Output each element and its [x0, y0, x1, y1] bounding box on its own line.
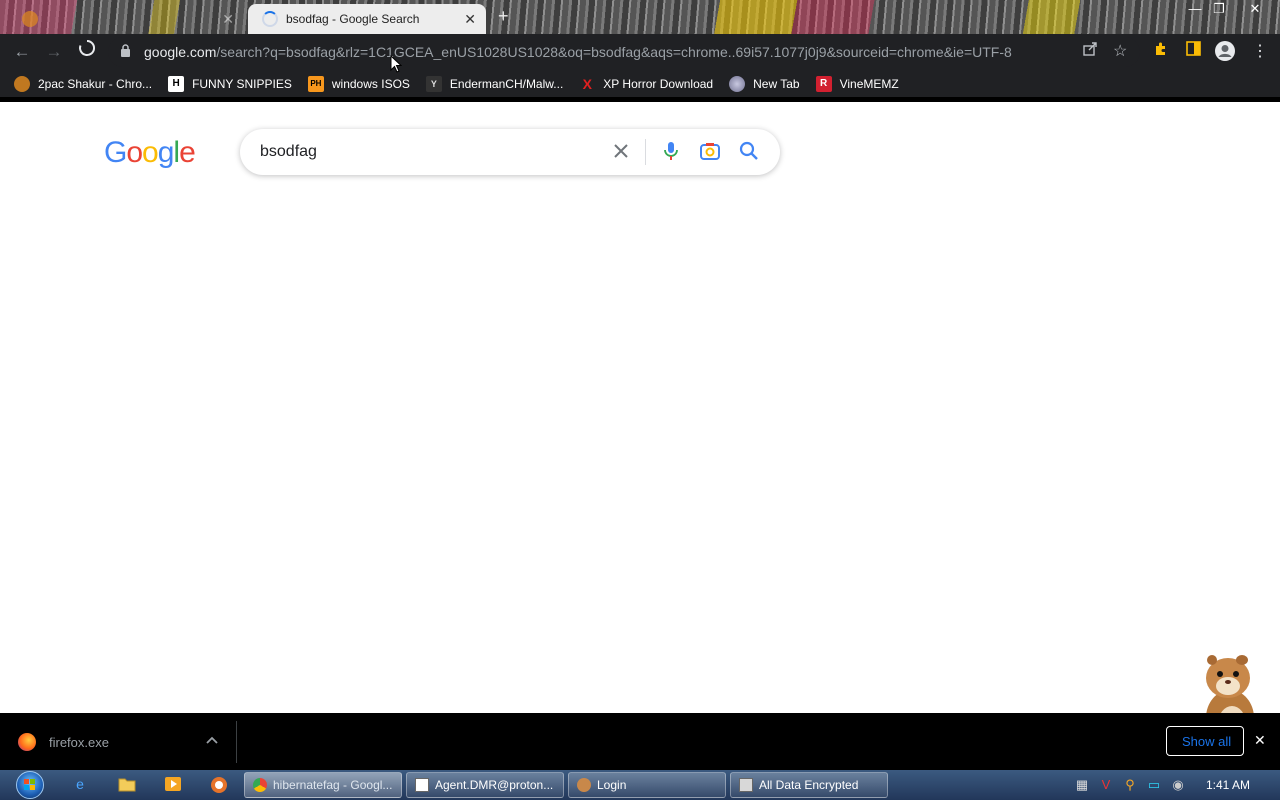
voice-search-icon[interactable] [660, 140, 682, 162]
bookmarks-bar: 2pac Shakur - Chro... H FUNNY SNIPPIES P… [0, 70, 1280, 98]
clear-search-icon[interactable] [610, 140, 632, 162]
taskbar-clock[interactable]: 1:41 AM [1206, 778, 1250, 792]
tab-title: bsodfag - Google Search [286, 12, 420, 26]
bookmark-label: XP Horror Download [603, 76, 714, 91]
download-item[interactable]: firefox.exe [18, 733, 109, 751]
window-icon [739, 778, 753, 792]
bookmark-star-icon[interactable]: ☆ [1113, 41, 1127, 61]
back-arrow-icon[interactable]: ← [11, 42, 33, 62]
globe-icon [729, 75, 746, 92]
search-divider [645, 139, 646, 165]
search-box[interactable]: bsodfag [240, 129, 780, 175]
ph-logo-icon: PH [307, 75, 324, 92]
screen: ✕ bsodfag - Google Search ✕ + — ❐ ✕ ← → … [0, 0, 1280, 800]
login-app-icon [577, 778, 591, 792]
url-text: google.com/search?q=bsodfag&rlz=1C1GCEA_… [144, 44, 1012, 60]
chrome-icon [253, 778, 267, 792]
google-logo[interactable]: Google [104, 136, 196, 170]
shelf-divider [236, 721, 237, 763]
bookmark-label: 2pac Shakur - Chro... [38, 76, 153, 91]
bookmark-label: EndermanCH/Malw... [449, 76, 564, 91]
tupac-icon [14, 75, 30, 92]
y-logo-icon: Y [425, 75, 442, 92]
download-filename: firefox.exe [49, 734, 109, 750]
tray-network-icon[interactable]: ▦ [1074, 777, 1090, 793]
camera-search-icon[interactable] [699, 140, 721, 162]
menu-kebab-icon[interactable]: ⋮ [1252, 41, 1268, 61]
logo-letter: o [142, 136, 159, 169]
tab-favicon-icon [22, 11, 38, 27]
chevron-up-icon[interactable] [206, 733, 218, 747]
profile-avatar-icon[interactable] [1214, 40, 1236, 66]
address-bar[interactable]: google.com/search?q=bsodfag&rlz=1C1GCEA_… [108, 37, 1140, 67]
taskbar-item-label: hibernatefag - Googl... [273, 778, 393, 792]
extensions-icon[interactable] [1153, 41, 1169, 61]
search-input[interactable]: bsodfag [260, 143, 317, 161]
bookmark-label: FUNNY SNIPPIES [192, 76, 292, 91]
bookmark-vinememz[interactable]: R VineMEMZ [815, 75, 899, 92]
windows-orb-icon [16, 771, 44, 799]
logo-letter: e [179, 136, 196, 169]
search-results-page: Google bsodfag [0, 102, 1280, 746]
taskbar-item-label: All Data Encrypted [759, 778, 859, 792]
logo-letter: g [157, 136, 175, 169]
taskbar-item-label: Agent.DMR@proton... [435, 778, 554, 792]
taskbar-item-encrypted[interactable]: All Data Encrypted [730, 772, 888, 798]
app-icon[interactable] [209, 776, 229, 794]
h-letter-icon: H [168, 75, 185, 92]
tab-active[interactable]: bsodfag - Google Search ✕ [248, 4, 486, 34]
maximize-icon[interactable]: ❐ [1208, 1, 1230, 17]
tray-monitor-icon[interactable]: ▭ [1146, 777, 1162, 793]
bookmark-new-tab[interactable]: New Tab [729, 75, 800, 92]
window-icon [415, 778, 429, 792]
taskbar-item-label: Login [597, 778, 627, 792]
new-tab-icon[interactable]: + [498, 6, 509, 27]
tray-v-icon[interactable]: V [1098, 777, 1114, 792]
folder-icon[interactable] [117, 776, 137, 794]
start-button[interactable] [6, 770, 50, 800]
x-logo-icon: X [582, 75, 592, 92]
url-host: google.com [144, 44, 217, 60]
search-icon[interactable] [738, 140, 760, 162]
show-all-button[interactable]: Show all [1166, 726, 1244, 756]
r-logo-icon: R [815, 75, 832, 92]
tab-close-icon[interactable]: ✕ [222, 11, 234, 28]
tab-inactive[interactable]: ✕ [8, 4, 246, 34]
bookmark-funny-snippies[interactable]: H FUNNY SNIPPIES [168, 75, 292, 92]
firefox-icon [18, 733, 36, 751]
share-icon[interactable] [1082, 41, 1098, 60]
logo-letter: G [104, 136, 127, 169]
stop-loading-icon[interactable] [76, 39, 98, 62]
media-player-icon[interactable] [163, 776, 183, 794]
loading-spinner-icon [262, 11, 278, 27]
tab-strip: ✕ bsodfag - Google Search ✕ + — ❐ ✕ [0, 0, 1280, 34]
taskbar: e hibernatefag - Googl... Agent.DMR@prot… [0, 770, 1280, 800]
bookmark-2pac[interactable]: 2pac Shakur - Chro... [14, 75, 153, 92]
tray-speaker-icon[interactable]: ◉ [1170, 777, 1186, 793]
close-shelf-icon[interactable]: ✕ [1254, 732, 1266, 749]
close-window-icon[interactable]: ✕ [1244, 1, 1266, 17]
taskbar-item-login[interactable]: Login [568, 772, 726, 798]
side-panel-icon[interactable] [1186, 41, 1201, 60]
taskbar-item-agent[interactable]: Agent.DMR@proton... [406, 772, 564, 798]
bookmark-label: New Tab [753, 76, 800, 91]
browser-toolbar: ← → google.com/search?q=bsodfag&rlz=1C1G… [0, 34, 1280, 70]
logo-letter: o [126, 136, 143, 169]
minimize-icon[interactable]: — [1184, 1, 1206, 16]
download-shelf: firefox.exe Show all ✕ [0, 713, 1280, 770]
bookmark-label: VineMEMZ [839, 76, 899, 91]
bookmark-label: windows ISOS [331, 76, 410, 91]
url-path: /search?q=bsodfag&rlz=1C1GCEA_enUS1028US… [216, 44, 1012, 60]
bookmark-endermanch[interactable]: Y EndermanCH/Malw... [425, 75, 564, 92]
lock-icon [120, 44, 136, 60]
taskbar-item-chrome[interactable]: hibernatefag - Googl... [244, 772, 402, 798]
tray-search-icon[interactable]: ⚲ [1122, 777, 1138, 793]
internet-explorer-icon[interactable]: e [70, 776, 90, 794]
tab-close-icon[interactable]: ✕ [464, 11, 476, 28]
bookmark-xp-horror[interactable]: X XP Horror Download [579, 75, 714, 92]
mouse-cursor-icon [390, 54, 403, 78]
forward-arrow-icon[interactable]: → [43, 42, 65, 62]
